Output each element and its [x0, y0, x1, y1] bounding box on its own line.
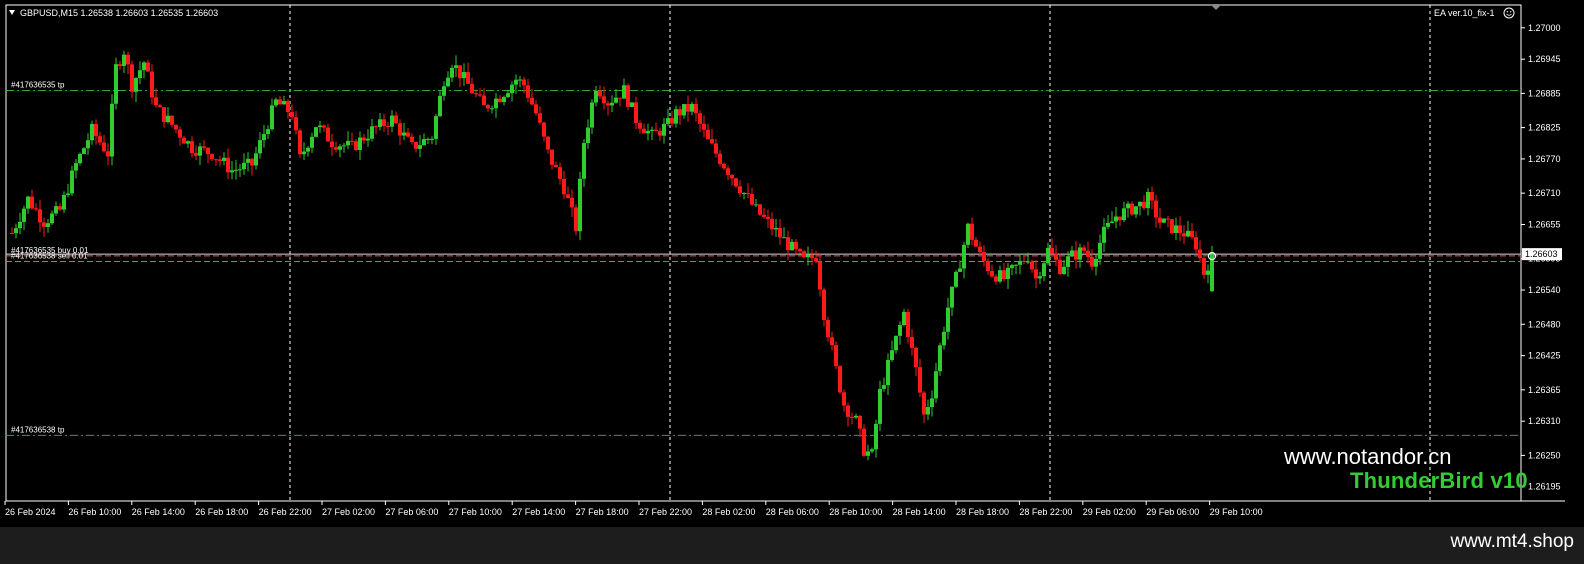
price-tick-label: 1.26310 [1528, 416, 1561, 426]
time-tick-label: 26 Feb 14:00 [132, 507, 185, 517]
time-tick-label: 29 Feb 10:00 [1210, 507, 1263, 517]
price-tick-label: 1.26365 [1528, 385, 1561, 395]
price-tick-label: 1.26425 [1528, 351, 1561, 361]
price-tick-label: 1.26885 [1528, 88, 1561, 98]
time-tick-label: 29 Feb 02:00 [1083, 507, 1136, 517]
time-tick-label: 26 Feb 10:00 [68, 507, 121, 517]
candle [626, 83, 630, 110]
time-tick-label: 27 Feb 22:00 [639, 507, 692, 517]
candle [114, 57, 118, 110]
price-tick-label: 1.26945 [1528, 54, 1561, 64]
price-tick-label: 1.26825 [1528, 123, 1561, 133]
time-tick-label: 28 Feb 18:00 [956, 507, 1009, 517]
time-tick-label: 27 Feb 06:00 [385, 507, 438, 517]
candle [578, 171, 582, 241]
price-axis: 1.27000 1.26945 1.26885 1.26825 1.26770 1.267… [1521, 23, 1562, 492]
time-tick-label: 27 Feb 14:00 [512, 507, 565, 517]
price-tick-label: 1.26250 [1528, 450, 1561, 460]
candle [838, 364, 842, 395]
price-tick-label: 1.26770 [1528, 154, 1561, 164]
watermark-product: ThunderBird v10 [1350, 468, 1528, 493]
order-line-label: #417636538 sell 0.01 [11, 252, 88, 261]
price-tick-label: 1.27000 [1528, 23, 1561, 33]
price-tick-label: 1.26195 [1528, 482, 1561, 492]
price-tick-label: 1.26710 [1528, 188, 1561, 198]
symbol-info: GBPUSD,M15 1.26538 1.26603 1.26535 1.266… [20, 8, 218, 18]
candle [630, 102, 634, 108]
candle [298, 128, 302, 158]
candle [966, 222, 970, 249]
time-tick-label: 28 Feb 10:00 [829, 507, 882, 517]
candle [954, 270, 958, 289]
candle [1162, 218, 1166, 223]
order-line-label: #417636538 tp [11, 425, 65, 434]
time-tick-label: 28 Feb 02:00 [702, 507, 755, 517]
price-chart[interactable]: #417636535 tp#417636535 buy 0.01#4176365… [0, 0, 1584, 564]
ea-label: EA ver.10_fix-1 [1434, 8, 1495, 18]
time-tick-label: 26 Feb 2024 [5, 507, 56, 517]
candle [82, 147, 86, 155]
time-tick-label: 28 Feb 22:00 [1019, 507, 1072, 517]
candle [1170, 219, 1174, 235]
current-price-label: 1.26603 [1525, 249, 1558, 259]
footer-band [0, 527, 1584, 564]
time-tick-label: 26 Feb 22:00 [259, 507, 312, 517]
watermark-site: www.notandor.cn [1284, 444, 1452, 469]
time-tick-label: 26 Feb 18:00 [195, 507, 248, 517]
price-tick-label: 1.26655 [1528, 219, 1561, 229]
candle [938, 342, 942, 376]
time-tick-label: 28 Feb 06:00 [766, 507, 819, 517]
time-tick-label: 27 Feb 02:00 [322, 507, 375, 517]
footer-watermark: www.mt4.shop [1450, 531, 1574, 552]
candle [758, 203, 762, 217]
candle [110, 94, 114, 166]
chart-background [0, 0, 1584, 564]
price-tick-label: 1.26480 [1528, 319, 1561, 329]
candle [834, 341, 838, 370]
candle [314, 126, 318, 138]
time-tick-label: 27 Feb 10:00 [449, 507, 502, 517]
time-tick-label: 28 Feb 14:00 [893, 507, 946, 517]
candle [574, 204, 578, 236]
time-tick-label: 27 Feb 18:00 [576, 507, 629, 517]
price-tick-label: 1.26540 [1528, 285, 1561, 295]
candle [862, 424, 866, 458]
order-line-label: #417636535 tp [11, 81, 65, 90]
time-tick-label: 29 Feb 06:00 [1146, 507, 1199, 517]
